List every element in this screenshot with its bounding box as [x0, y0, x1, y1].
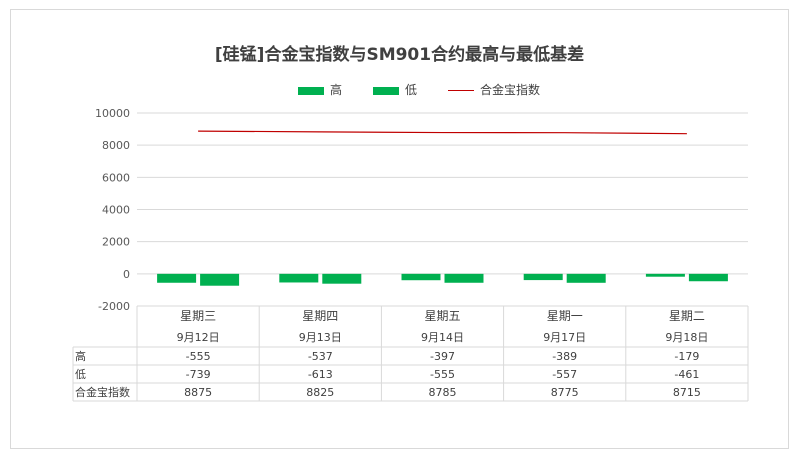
y-tick-label: 4000 [102, 204, 130, 217]
table-cell: -537 [308, 350, 333, 363]
table-cell: -389 [552, 350, 577, 363]
bar-high [157, 273, 197, 283]
table-cell: 8715 [673, 386, 701, 399]
x-date-label: 9月12日 [177, 331, 220, 344]
bar-low [688, 273, 728, 282]
y-tick-label: -2000 [98, 300, 130, 313]
x-date-label: 9月18日 [665, 331, 708, 344]
chart-svg: -2000 0 2000 4000 6000 8000 10000 星期三 9月12日 星期四 9… [72, 107, 749, 402]
table-row-label: 低 [75, 368, 86, 381]
table-cell: -179 [674, 350, 699, 363]
y-tick-label: 6000 [102, 171, 130, 184]
y-tick-label: 2000 [102, 236, 130, 249]
x-category-label: 星期四 [302, 309, 338, 323]
bar-low [566, 273, 606, 283]
bar-high [401, 273, 441, 281]
table-cell: -555 [186, 350, 211, 363]
x-category-label: 星期三 [180, 309, 216, 323]
y-axis: -2000 0 2000 4000 6000 8000 10000 [95, 107, 130, 313]
table-cell: -613 [308, 368, 333, 381]
x-category-label: 星期五 [424, 309, 460, 323]
table-cell: -461 [674, 368, 699, 381]
bars [157, 273, 728, 286]
y-tick-label: 8000 [102, 139, 130, 152]
x-date-label: 9月17日 [543, 331, 586, 344]
bar-low [200, 273, 240, 286]
x-category-label: 星期一 [547, 309, 583, 323]
table-row-label: 高 [75, 349, 86, 363]
x-category-label: 星期二 [669, 309, 705, 323]
bar-high [645, 273, 685, 277]
table-cell: -555 [430, 368, 455, 381]
table-cell: 8875 [184, 386, 212, 399]
table-cell: -739 [186, 368, 211, 381]
x-date-label: 9月13日 [299, 331, 342, 344]
y-tick-label: 10000 [95, 107, 130, 120]
bar-high [523, 273, 563, 281]
x-date-label: 9月14日 [421, 331, 464, 344]
bar-high [279, 273, 319, 283]
index-line [198, 130, 687, 135]
y-tick-label: 0 [123, 268, 130, 281]
data-table: 星期三 9月12日 星期四 9月13日 星期五 9月14日 星期一 9月17日 星期二 9月18日… [72, 305, 749, 402]
table-cell: -397 [430, 350, 455, 363]
bar-low [444, 273, 484, 283]
table-cell: 8785 [429, 386, 457, 399]
bar-low [322, 273, 362, 284]
table-cell: -557 [552, 368, 577, 381]
table-row-label: 合金宝指数 [75, 385, 130, 399]
table-cell: 8775 [551, 386, 579, 399]
table-cell: 8825 [306, 386, 334, 399]
index-line-path [198, 130, 687, 135]
